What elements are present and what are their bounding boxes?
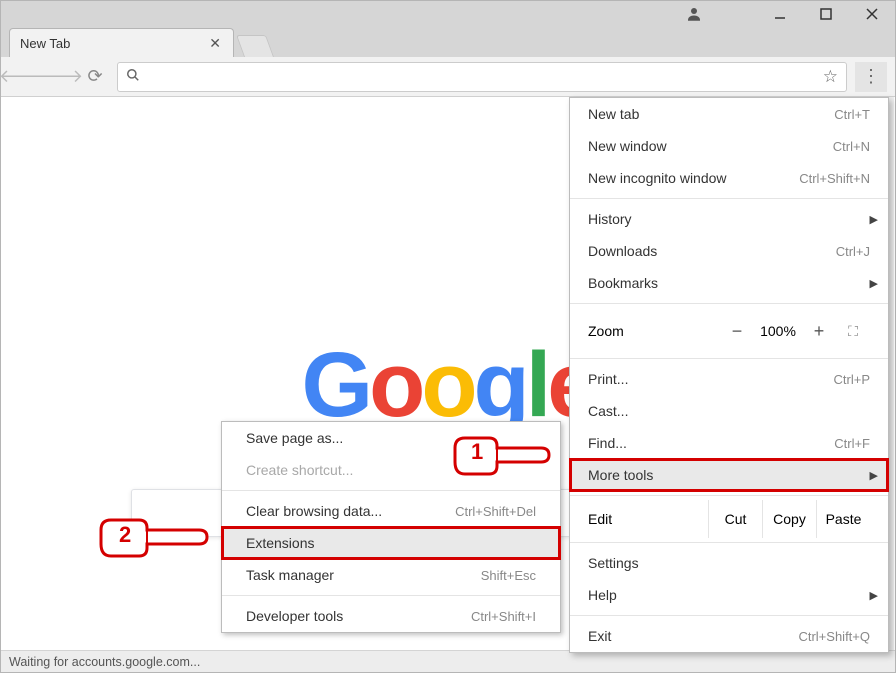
menu-item-edit: Edit Cut Copy Paste <box>570 500 888 538</box>
window-maximize-button[interactable] <box>803 1 849 27</box>
menu-item-zoom: Zoom − 100% + ⛶ <box>570 308 888 354</box>
submenu-item-create-shortcut: Create shortcut... <box>222 454 560 486</box>
window-close-button[interactable] <box>849 1 895 27</box>
menu-separator <box>222 595 560 596</box>
chrome-menu-button[interactable]: ⋮ <box>855 62 887 92</box>
window-titlebar <box>1 1 895 27</box>
chevron-right-icon: ▶ <box>870 213 878 226</box>
zoom-value: 100% <box>754 323 802 339</box>
submenu-item-task-manager[interactable]: Task manager Shift+Esc <box>222 559 560 591</box>
menu-item-help[interactable]: Help ▶ <box>570 579 888 611</box>
new-tab-button[interactable] <box>236 35 274 57</box>
menu-separator <box>570 495 888 496</box>
submenu-item-developer-tools[interactable]: Developer tools Ctrl+Shift+I <box>222 600 560 632</box>
status-text: Waiting for accounts.google.com... <box>9 655 200 669</box>
menu-item-exit[interactable]: Exit Ctrl+Shift+Q <box>570 620 888 652</box>
zoom-in-button[interactable]: + <box>802 321 836 342</box>
edit-copy-button[interactable]: Copy <box>762 500 816 538</box>
submenu-item-extensions[interactable]: Extensions <box>222 527 560 559</box>
back-button[interactable]: 🡐 <box>9 63 37 91</box>
menu-separator <box>570 615 888 616</box>
more-tools-submenu: Save page as... Create shortcut... Clear… <box>221 421 561 633</box>
fullscreen-icon[interactable]: ⛶ <box>836 323 870 340</box>
chevron-right-icon: ▶ <box>870 277 878 290</box>
bookmark-star-icon[interactable]: ☆ <box>823 67 838 87</box>
submenu-item-clear-browsing-data[interactable]: Clear browsing data... Ctrl+Shift+Del <box>222 495 560 527</box>
chrome-window: New Tab ✕ 🡐 🡒 ⟳ ☆ ⋮ Gmail Google New <box>0 0 896 673</box>
profile-icon[interactable] <box>671 1 717 27</box>
menu-item-new-tab[interactable]: New tab Ctrl+T <box>570 98 888 130</box>
tab-title: New Tab <box>20 36 207 51</box>
menu-item-print[interactable]: Print... Ctrl+P <box>570 363 888 395</box>
menu-separator <box>570 542 888 543</box>
menu-item-settings[interactable]: Settings <box>570 547 888 579</box>
omnibox[interactable]: ☆ <box>117 62 847 92</box>
menu-item-more-tools[interactable]: More tools ▶ <box>570 459 888 491</box>
menu-item-downloads[interactable]: Downloads Ctrl+J <box>570 235 888 267</box>
zoom-out-button[interactable]: − <box>720 321 754 342</box>
reload-button[interactable]: ⟳ <box>81 63 109 91</box>
menu-separator <box>570 303 888 304</box>
menu-item-new-window[interactable]: New window Ctrl+N <box>570 130 888 162</box>
menu-item-cast[interactable]: Cast... <box>570 395 888 427</box>
menu-item-find[interactable]: Find... Ctrl+F <box>570 427 888 459</box>
submenu-item-save-page-as[interactable]: Save page as... <box>222 422 560 454</box>
menu-separator <box>570 198 888 199</box>
menu-item-new-incognito[interactable]: New incognito window Ctrl+Shift+N <box>570 162 888 194</box>
menu-item-history[interactable]: History ▶ <box>570 203 888 235</box>
search-icon <box>126 68 140 86</box>
toolbar: 🡐 🡒 ⟳ ☆ ⋮ <box>1 57 895 97</box>
chevron-right-icon: ▶ <box>870 469 878 482</box>
forward-button[interactable]: 🡒 <box>45 63 73 91</box>
menu-item-bookmarks[interactable]: Bookmarks ▶ <box>570 267 888 299</box>
tab-close-icon[interactable]: ✕ <box>207 35 223 52</box>
chevron-right-icon: ▶ <box>870 589 878 602</box>
browser-tab[interactable]: New Tab ✕ <box>9 28 234 57</box>
window-minimize-button[interactable] <box>757 1 803 27</box>
edit-cut-button[interactable]: Cut <box>708 500 762 538</box>
menu-separator <box>222 490 560 491</box>
tab-strip: New Tab ✕ <box>1 27 895 57</box>
chrome-main-menu: New tab Ctrl+T New window Ctrl+N New inc… <box>569 97 889 653</box>
menu-separator <box>570 358 888 359</box>
status-bar: Waiting for accounts.google.com... <box>1 650 895 672</box>
edit-paste-button[interactable]: Paste <box>816 500 870 538</box>
